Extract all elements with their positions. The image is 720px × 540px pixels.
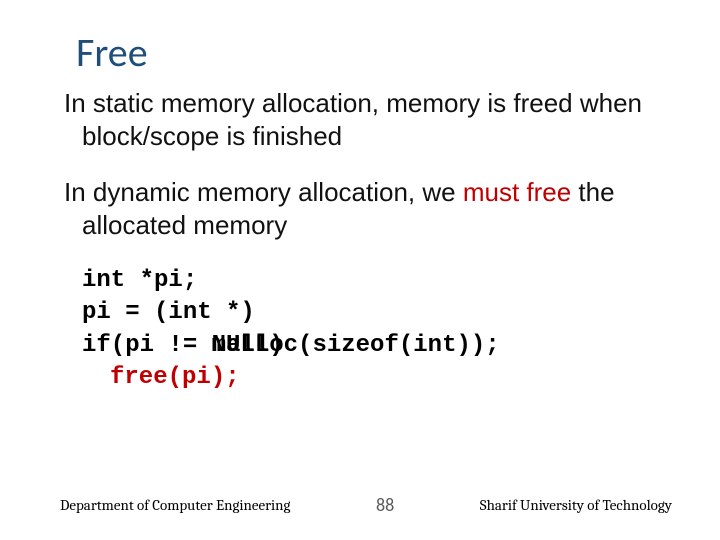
code-line: pi = (int *)	[82, 297, 672, 329]
bullet-text: In static memory allocation, memory is f…	[64, 88, 642, 151]
bullet-text-pre: In dynamic memory allocation, we	[64, 177, 463, 207]
page-number: 88	[376, 494, 394, 516]
footer-left: Department of Computer Engineering	[60, 496, 290, 514]
code-line: if(pi != NULL)malloc(sizeof(int));	[82, 330, 672, 362]
code-text: if(pi !=	[82, 332, 212, 359]
footer-right: Sharif University of Technology	[480, 496, 672, 514]
bullet-text-red: must free	[463, 177, 571, 207]
code-line: free(pi);	[110, 362, 672, 394]
footer: Department of Computer Engineering 88 Sh…	[0, 494, 720, 516]
code-overlap: NULL)malloc(sizeof(int));	[212, 330, 284, 362]
bullet-item: In static memory allocation, memory is f…	[48, 87, 672, 152]
code-block: int *pi; pi = (int *) if(pi != NULL)mall…	[82, 265, 672, 395]
body-text: In static memory allocation, memory is f…	[48, 87, 672, 241]
code-line: int *pi;	[82, 265, 672, 297]
code-text-over: malloc(sizeof(int));	[212, 330, 500, 362]
bullet-item: In dynamic memory allocation, we must fr…	[48, 176, 672, 241]
slide: Free In static memory allocation, memory…	[0, 0, 720, 540]
slide-title: Free	[76, 28, 672, 77]
